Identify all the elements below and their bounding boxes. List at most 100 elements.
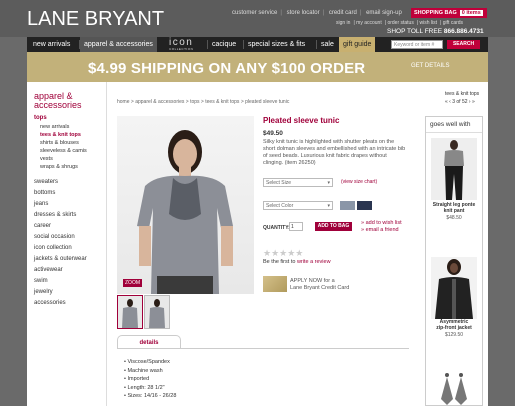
sidebar-sub-tees[interactable]: tees & knit tops bbox=[40, 132, 81, 138]
goes-well-with-panel: goes well with Straight leg ponte knit p… bbox=[425, 116, 483, 406]
search-input[interactable]: Keyword or item # bbox=[391, 40, 443, 49]
cc-line2: Lane Bryant Credit Card bbox=[290, 284, 350, 291]
nav-sale[interactable]: sale bbox=[317, 37, 338, 52]
product-pager[interactable]: « ‹ 3 of 52 › » bbox=[445, 99, 475, 105]
divider: | bbox=[280, 10, 282, 16]
shopping-bag-button[interactable]: SHOPPING BAG 0 items bbox=[411, 8, 487, 18]
nav-icon-sub: COLLECTION bbox=[169, 47, 194, 51]
top-links: customer service | store locator | credit … bbox=[232, 10, 405, 16]
credit-card-image[interactable] bbox=[263, 276, 287, 292]
related-item-price-1: $48.50 bbox=[446, 215, 462, 221]
link-my-account[interactable]: my account bbox=[356, 20, 382, 26]
list-item: • Imported bbox=[124, 376, 150, 382]
toll-free-number: 866.886.4731 bbox=[443, 28, 484, 35]
write-review-link[interactable]: write a review bbox=[297, 259, 331, 265]
size-chart-link[interactable]: (view size chart) bbox=[341, 179, 377, 185]
sidebar-item-bottoms[interactable]: bottoms bbox=[34, 190, 55, 196]
sidebar-item-social[interactable]: social occasion bbox=[34, 234, 75, 240]
detail-text: Sizes: 14/16 - 26/28 bbox=[127, 393, 177, 399]
nav-icon[interactable]: icon COLLECTION bbox=[165, 37, 197, 52]
review-prefix: Be the first to bbox=[263, 259, 296, 265]
link-credit-card[interactable]: credit card bbox=[329, 10, 357, 16]
product-description: Silky knit tunic is highlighted with shu… bbox=[263, 139, 407, 167]
zoom-button[interactable]: ZOOM bbox=[123, 279, 142, 287]
related-item-name-2[interactable]: Asymmetric zip-front jacket bbox=[426, 319, 482, 331]
sidebar-item-jackets[interactable]: jackets & outerwear bbox=[34, 256, 87, 262]
related-name-line2: zip-front jacket bbox=[436, 325, 472, 331]
rating-stars: ★★★★★ bbox=[263, 248, 304, 258]
sidebar-sub-vests[interactable]: vests bbox=[40, 156, 53, 162]
link-sign-in[interactable]: sign in bbox=[336, 20, 350, 26]
color-swatch-grey[interactable] bbox=[340, 201, 355, 210]
site-header: LANE BRYANT customer service | store loca… bbox=[0, 0, 515, 37]
credit-card-promo[interactable]: APPLY NOW for a Lane Bryant Credit Card bbox=[290, 278, 349, 291]
thumbnail-1[interactable] bbox=[117, 295, 143, 329]
shopping-bag-label: SHOPPING BAG bbox=[414, 10, 457, 16]
section-label[interactable]: tees & knit tops bbox=[445, 91, 479, 97]
sidebar-sub-shirts[interactable]: shirts & blouses bbox=[40, 140, 79, 146]
nav-apparel-accessories[interactable]: apparel & accessories bbox=[80, 37, 157, 52]
chevron-down-icon: ▾ bbox=[327, 203, 330, 209]
related-item-image-2[interactable] bbox=[431, 257, 477, 319]
sidebar-heading-line2: accessories bbox=[34, 100, 82, 110]
email-friend-link[interactable]: » email a friend bbox=[361, 227, 399, 233]
quantity-input[interactable]: 1 bbox=[289, 222, 303, 231]
link-order-status[interactable]: order status bbox=[387, 20, 413, 26]
sidebar-item-icon-collection[interactable]: icon collection bbox=[34, 245, 72, 251]
toll-free-label: SHOP TOLL FREE bbox=[387, 28, 443, 35]
sidebar-item-activewear[interactable]: activewear bbox=[34, 267, 63, 273]
related-item-image-1[interactable] bbox=[431, 138, 477, 200]
item-number: (item 26250) bbox=[284, 160, 316, 166]
wish-list-link[interactable]: » add to wish list bbox=[361, 220, 402, 226]
promo-banner[interactable]: $4.99 SHIPPING ON ANY $100 ORDER GET DET… bbox=[27, 52, 488, 82]
sidebar-item-swim[interactable]: swim bbox=[34, 278, 48, 284]
nav-gift-guide[interactable]: gift guide bbox=[339, 37, 376, 52]
size-select-value: Select Size bbox=[266, 180, 292, 186]
nav-new-arrivals[interactable]: new arrivals bbox=[29, 37, 74, 52]
related-item-name-1[interactable]: Straight leg ponte knit pant bbox=[426, 202, 482, 214]
related-item-image-3[interactable] bbox=[431, 369, 477, 405]
detail-text: Length: 28 1/2" bbox=[127, 384, 165, 391]
link-store-locator[interactable]: store locator bbox=[287, 10, 320, 16]
link-gift-cards[interactable]: gift cards bbox=[443, 20, 463, 26]
list-item: • Sizes: 14/16 - 26/28 bbox=[124, 393, 177, 399]
breadcrumb[interactable]: home > apparel & accessories > tops > te… bbox=[117, 99, 289, 105]
sidebar-item-dresses[interactable]: dresses & skirts bbox=[34, 212, 76, 218]
add-to-bag-button[interactable]: ADD TO BAG bbox=[315, 222, 352, 231]
thumbnail-illustration bbox=[122, 299, 138, 328]
promo-details-link[interactable]: GET DETAILS bbox=[411, 63, 449, 69]
review-prompt: Be the first to write a review bbox=[263, 259, 331, 265]
wish-list-label: add to wish list bbox=[365, 220, 402, 226]
link-email-signup[interactable]: email sign-up bbox=[366, 10, 402, 16]
size-select[interactable]: Select Size ▾ bbox=[263, 178, 333, 187]
jacket-illustration bbox=[431, 257, 477, 319]
logo[interactable]: LANE BRYANT bbox=[27, 8, 164, 31]
sidebar-item-jeans[interactable]: jeans bbox=[34, 201, 48, 207]
sidebar-item-sweaters[interactable]: sweaters bbox=[34, 179, 58, 185]
thumbnail-2[interactable] bbox=[144, 295, 170, 329]
sidebar-item-accessories[interactable]: accessories bbox=[34, 300, 66, 306]
shopping-bag-count: 0 items bbox=[459, 10, 483, 16]
color-swatch-navy[interactable] bbox=[357, 201, 372, 210]
toll-free: SHOP TOLL FREE 866.886.4731 bbox=[387, 28, 484, 35]
nav-special-sizes[interactable]: special sizes & fits bbox=[244, 37, 309, 52]
thumbnail-illustration bbox=[149, 299, 165, 328]
account-links: sign in | my account | order status | wish … bbox=[336, 20, 464, 26]
earrings-illustration bbox=[441, 373, 467, 405]
sidebar-item-jewelry[interactable]: jewelry bbox=[34, 289, 53, 295]
sidebar-sub-wraps[interactable]: wraps & shrugs bbox=[40, 164, 78, 170]
color-select[interactable]: Select Color ▾ bbox=[263, 201, 333, 210]
link-wish-list[interactable]: wish list bbox=[420, 20, 438, 26]
sidebar-item-tops[interactable]: tops bbox=[34, 115, 47, 121]
color-select-value: Select Color bbox=[266, 203, 294, 209]
tab-details[interactable]: details bbox=[117, 335, 181, 349]
related-name-line2: knit pant bbox=[443, 208, 465, 214]
sidebar-sub-sleeveless[interactable]: sleeveless & camis bbox=[40, 148, 87, 154]
search-button[interactable]: SEARCH bbox=[447, 40, 480, 49]
product-title: Pleated sleeve tunic bbox=[263, 116, 340, 125]
link-customer-service[interactable]: customer service bbox=[232, 10, 277, 16]
product-image[interactable] bbox=[117, 116, 254, 294]
nav-cacique[interactable]: cacique bbox=[208, 37, 240, 52]
sidebar-item-career[interactable]: career bbox=[34, 223, 51, 229]
sidebar-sub-new-arrivals[interactable]: new arrivals bbox=[40, 124, 69, 130]
